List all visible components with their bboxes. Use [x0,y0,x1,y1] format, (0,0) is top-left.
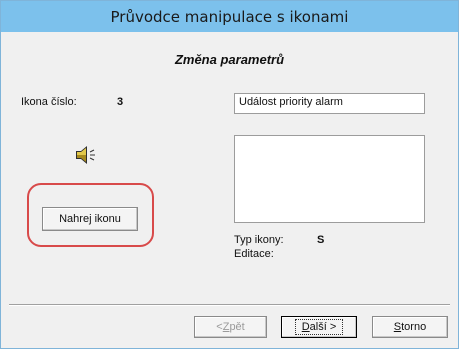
focus-rectangle: Další > [294,319,344,335]
page-heading: Změna parametrů [174,52,285,67]
icon-type-label: Typ ikony: [234,234,284,246]
cancel-button[interactable]: Storno [372,316,448,338]
edit-label: Editace: [234,248,274,260]
wizard-content: Změna parametrů Ikona číslo: 3 Událost p… [9,32,450,340]
wizard-window: Průvodce manipulace s ikonami Změna para… [0,0,459,349]
icon-type-value: S [317,234,325,246]
load-icon-button[interactable]: Nahrej ikonu [42,207,138,231]
next-button[interactable]: Další > [281,316,357,338]
speaker-sound-icon [75,144,99,166]
load-icon-button-label: Nahrej ikonu [59,213,121,225]
icon-name-field[interactable]: Událost priority alarm [234,93,425,114]
icon-number-value: 3 [117,96,124,108]
window-title: Průvodce manipulace s ikonami [110,7,349,26]
back-button[interactable]: < Zpět [194,316,267,338]
description-field[interactable] [234,135,425,223]
icon-number-label: Ikona číslo: [21,96,77,108]
footer-divider [9,304,450,306]
title-bar[interactable]: Průvodce manipulace s ikonami [1,1,458,32]
